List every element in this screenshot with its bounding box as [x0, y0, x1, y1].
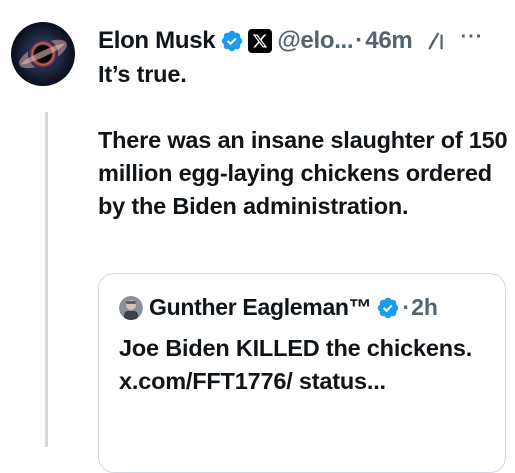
- verified-badge-icon: [376, 296, 400, 320]
- verified-badge-icon: [220, 29, 244, 53]
- thread-line: [45, 112, 48, 447]
- tweet-body: It’s true. There was an insane slaughter…: [98, 58, 508, 223]
- quote-author-name: Gunther Eagleman™: [149, 294, 372, 320]
- grok-icon[interactable]: [426, 30, 448, 52]
- author-avatar[interactable]: [11, 22, 75, 86]
- quote-timestamp: 2h: [411, 294, 438, 320]
- author-name[interactable]: Elon Musk: [98, 27, 216, 55]
- tweet-timestamp[interactable]: 46m: [365, 27, 412, 55]
- quote-author-avatar: [119, 295, 143, 320]
- tweet-header: Elon Musk @elo... · 46m ···: [98, 24, 483, 58]
- tweet-text-paragraph: There was an insane slaughter of 150 mil…: [98, 127, 508, 219]
- quote-header: Gunther Eagleman™ · 2h: [119, 294, 438, 321]
- x-logo-icon: [248, 29, 273, 53]
- quote-body: Joe Biden KILLED the chickens. x.com/FFT…: [119, 335, 473, 394]
- separator-dot: ·: [355, 27, 364, 54]
- author-handle[interactable]: @elo...: [277, 27, 353, 55]
- quoted-tweet-card[interactable]: Gunther Eagleman™ · 2h Joe Biden KILLED …: [98, 273, 506, 473]
- more-icon[interactable]: ···: [460, 26, 483, 49]
- tweet-text-line1: It’s true.: [98, 61, 187, 87]
- separator-dot: ·: [402, 294, 411, 320]
